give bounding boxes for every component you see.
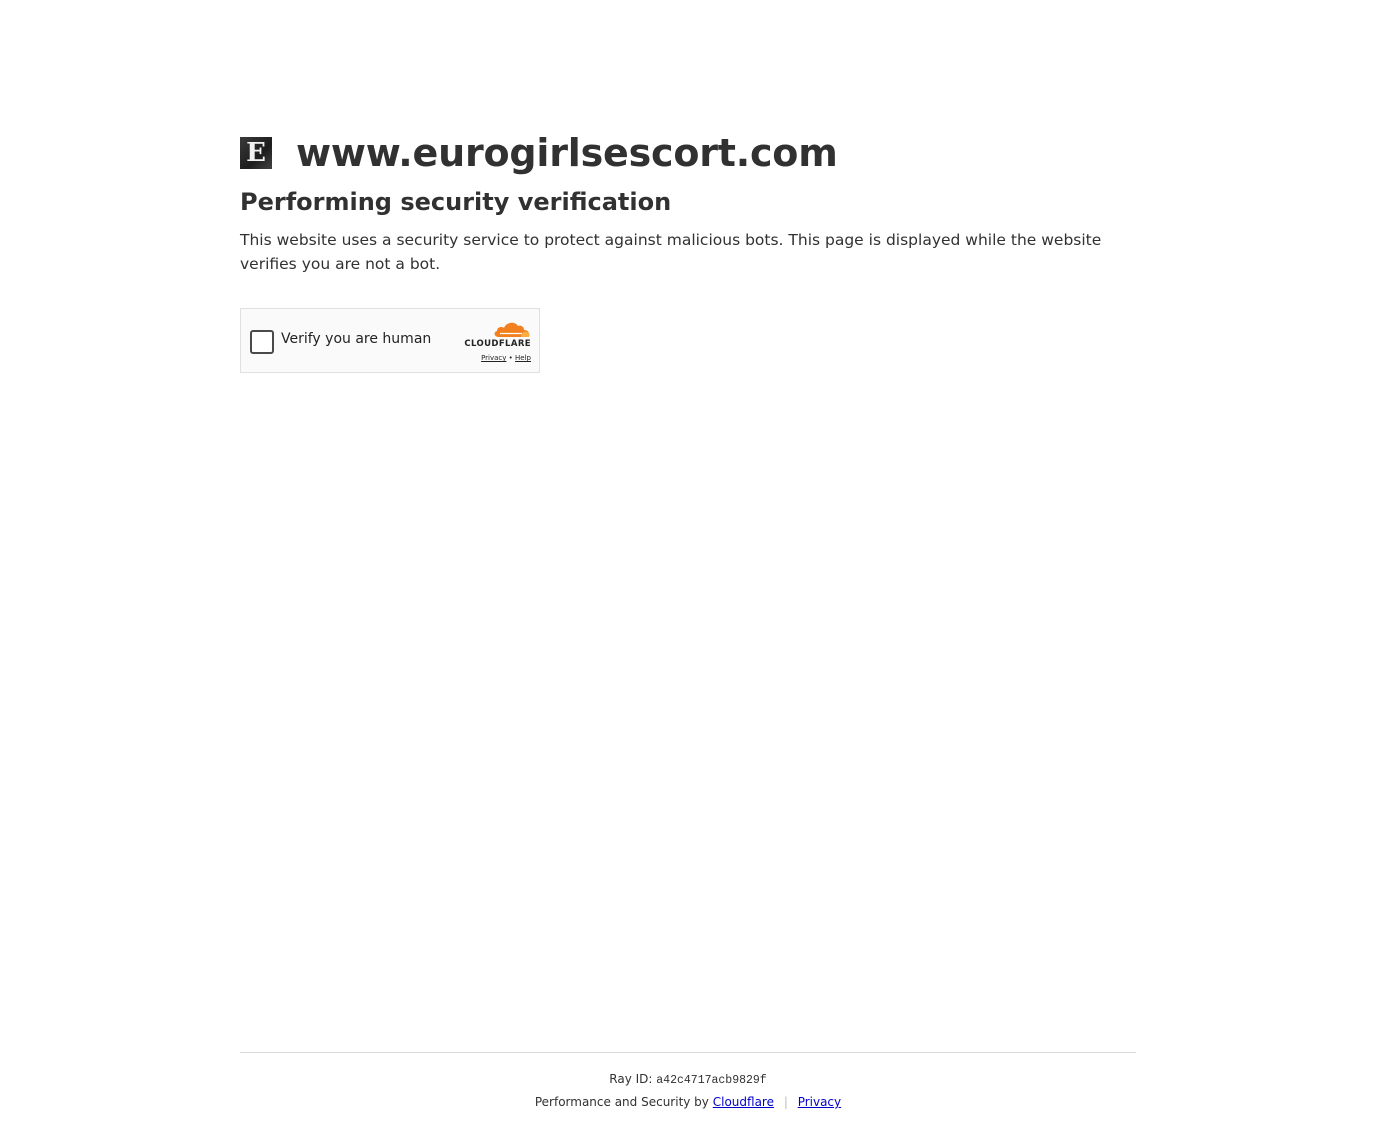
performance-row: Performance and Security by Cloudflare |… (240, 1094, 1136, 1110)
ray-id-label: Ray ID: (609, 1072, 653, 1086)
footer-privacy-link[interactable]: Privacy (798, 1095, 841, 1109)
cloudflare-cloud-icon (494, 322, 530, 337)
page-title: Performing security verification (240, 188, 672, 216)
site-header: E www.eurogirlsescort.com (240, 128, 1136, 178)
favicon-letter: E (246, 138, 266, 168)
footer-separator: | (783, 1095, 788, 1109)
cloudflare-links: Privacy • Help (453, 354, 531, 362)
cloudflare-link[interactable]: Cloudflare (713, 1095, 774, 1109)
ray-id-value: a42c4717acb9829f (656, 1074, 767, 1087)
page: E www.eurogirlsescort.com Performing sec… (0, 0, 1375, 1125)
cloudflare-wordmark: CLOUDFLARE (464, 339, 531, 349)
main-content: E www.eurogirlsescort.com Performing sec… (240, 128, 1136, 373)
ray-id-row: Ray ID: a42c4717acb9829f (240, 1071, 1136, 1089)
site-favicon-icon: E (240, 137, 272, 169)
widget-help-link[interactable]: Help (515, 354, 531, 362)
footer: Ray ID: a42c4717acb9829f Performance and… (240, 1052, 1136, 1110)
widget-privacy-link[interactable]: Privacy (481, 354, 506, 362)
cloudflare-brand: CLOUDFLARE Privacy • Help (453, 320, 531, 362)
performance-text: Performance and Security by (534, 1095, 709, 1109)
turnstile-widget: Verify you are human CLOUDFLARE Privacy … (240, 308, 540, 373)
verify-label[interactable]: Verify you are human (281, 331, 431, 347)
page-description: This website uses a security service to … (240, 231, 1102, 273)
verify-checkbox[interactable] (250, 330, 274, 354)
site-name: www.eurogirlsescort.com (296, 131, 838, 175)
widget-link-separator: • (508, 354, 513, 362)
